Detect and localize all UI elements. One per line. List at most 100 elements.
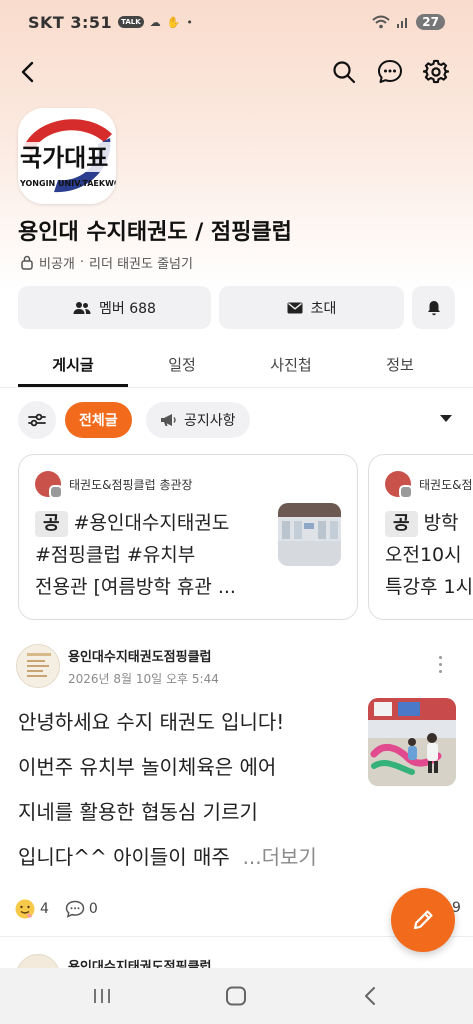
members-label: 멤버 688 [99, 300, 156, 317]
tab-schedule[interactable]: 일정 [128, 340, 236, 388]
notice-body: 공 방학 오전10시 특강후 1시 [385, 507, 473, 603]
filter-notice-label: 공지사항 [184, 413, 236, 429]
notification-button[interactable] [412, 286, 455, 329]
tab-posts-label: 게시글 [52, 355, 94, 374]
filter-settings-button[interactable] [18, 401, 56, 439]
chevron-left-icon [365, 987, 375, 1005]
post-text-line: 안녕하세요 수지 태권도 입니다! [18, 710, 285, 734]
sort-dropdown-icon[interactable] [440, 415, 452, 422]
arrow-left-icon [21, 61, 34, 83]
notice-author: 태권도&점핑 [419, 477, 473, 492]
carrier-label: SKT [28, 12, 65, 32]
sliders-icon [28, 413, 46, 427]
members-button[interactable]: 멤버 688 [18, 286, 211, 329]
post-date: 2026년 8월 10일 오후 5:44 [68, 672, 219, 686]
read-more-link[interactable]: ...더보기 [243, 845, 317, 869]
people-icon [73, 301, 91, 314]
notice-thumbnail [278, 503, 341, 566]
chat-button[interactable] [374, 56, 406, 88]
notice-card[interactable]: 태권도&점핑클럽 총관장 공 #용인대수지태권도 #점핑클럽 #유치부 전용관 [… [18, 454, 358, 620]
club-meta: 비공개 · 리더 태권도 줄넘기 [20, 253, 193, 272]
notice-badge: 공 [35, 511, 68, 537]
lock-icon [21, 255, 33, 270]
battery-indicator: 27 [416, 14, 445, 30]
dot-icon: • [186, 15, 193, 29]
search-button[interactable] [328, 56, 360, 88]
hand-icon: ✋ [166, 15, 181, 29]
meta-separator: · [79, 255, 85, 270]
post-footer: 4 0 [14, 898, 98, 920]
tab-schedule-label: 일정 [168, 355, 196, 374]
notice-author-row: 태권도&점핑클럽 총관장 [35, 471, 341, 497]
notice-badge: 공 [385, 511, 418, 537]
filter-chip-notice[interactable]: 공지사항 [146, 402, 250, 438]
post-author[interactable]: 용인대수지태권도점핑클럽 [68, 646, 212, 665]
action-row: 멤버 688 초대 [18, 286, 455, 329]
tab-album-label: 사진첩 [270, 355, 312, 374]
post-text-line: 지네를 활용한 협동심 기르기 [18, 800, 258, 824]
status-bar: SKT 3:51 TALK ☁ ✋ • 27 [0, 0, 473, 44]
notice-carousel[interactable]: 태권도&점핑클럽 총관장 공 #용인대수지태권도 #점핑클럽 #유치부 전용관 [… [0, 454, 473, 620]
notice-line-3: 전용관 [여름방학 휴관 ... [35, 576, 236, 598]
club-logo-subtext: YONGIN UNIV.TAEKWO [19, 179, 116, 188]
bell-icon [427, 300, 440, 315]
filter-chip-all[interactable]: 전체글 [65, 402, 132, 438]
post-text-line: 이번주 유치부 놀이체육은 에어 [18, 755, 277, 779]
back-button[interactable] [12, 56, 44, 88]
invite-label: 초대 [310, 300, 337, 317]
club-logo-text: 국가대표 [20, 144, 108, 172]
comment-button[interactable]: 0 [65, 900, 98, 918]
recent-apps-icon [94, 989, 110, 1003]
write-post-button[interactable] [391, 888, 455, 952]
cloud-icon: ☁ [149, 15, 161, 29]
gear-icon [423, 59, 449, 84]
invite-button[interactable]: 초대 [219, 286, 404, 329]
tab-info-label: 정보 [386, 355, 414, 374]
comment-icon [65, 900, 85, 918]
visibility-label: 비공개 [39, 257, 75, 272]
notice-author-avatar [35, 471, 63, 497]
pencil-icon [413, 910, 433, 930]
recent-apps-button[interactable] [82, 980, 122, 1012]
chat-bubble-icon [378, 60, 402, 83]
tab-posts[interactable]: 게시글 [18, 340, 128, 388]
post-text-line: 입니다^^ 아이들이 매주 [18, 845, 230, 869]
envelope-icon [287, 302, 303, 313]
home-button[interactable] [216, 980, 256, 1012]
notice-line-2: 오전10시 [385, 544, 462, 566]
notice-author-row: 태권도&점핑 [385, 471, 473, 497]
notice-line-1: 방학 [423, 512, 459, 534]
reaction-button[interactable]: 4 [14, 898, 49, 920]
settings-button[interactable] [420, 56, 452, 88]
notice-line-1: #용인대수지태권도 [73, 512, 230, 534]
signal-icon [397, 18, 408, 28]
reaction-count: 4 [40, 901, 49, 917]
search-icon [333, 61, 356, 84]
top-app-bar [0, 52, 473, 92]
clock-time: 3:51 [70, 12, 113, 32]
tab-bar: 게시글 일정 사진첩 정보 [0, 340, 473, 388]
post-author-avatar[interactable] [16, 644, 60, 688]
post-image[interactable] [368, 698, 456, 786]
tab-info[interactable]: 정보 [346, 340, 454, 388]
leader-label: 리더 태권도 줄넘기 [89, 257, 193, 272]
tab-album[interactable]: 사진첩 [236, 340, 346, 388]
comment-count: 0 [88, 901, 98, 917]
megaphone-icon [161, 414, 176, 426]
post-text[interactable]: 안녕하세요 수지 태권도 입니다! 이번주 유치부 놀이체육은 에어 지네를 활… [18, 700, 358, 880]
notice-card[interactable]: 태권도&점핑 공방학 오전10시 특강후 1시 [368, 454, 473, 620]
filter-all-label: 전체글 [79, 413, 118, 429]
home-icon [226, 986, 246, 1006]
notice-author: 태권도&점핑클럽 총관장 [69, 477, 193, 492]
wifi-icon [372, 15, 390, 29]
emoji-reaction-icon [15, 899, 35, 919]
club-logo-image: 국가대표 YONGIN UNIV.TAEKWO [18, 108, 116, 204]
club-avatar: 국가대표 YONGIN UNIV.TAEKWO [18, 108, 116, 204]
filter-row: 전체글 공지사항 [18, 401, 473, 439]
notice-line-3: 특강후 1시 [385, 576, 473, 598]
system-back-button[interactable] [350, 980, 390, 1012]
notice-author-avatar [385, 471, 413, 497]
talk-notification-icon: TALK [118, 16, 144, 28]
system-navigation-bar [0, 968, 473, 1024]
post-more-menu-icon[interactable] [436, 656, 444, 678]
